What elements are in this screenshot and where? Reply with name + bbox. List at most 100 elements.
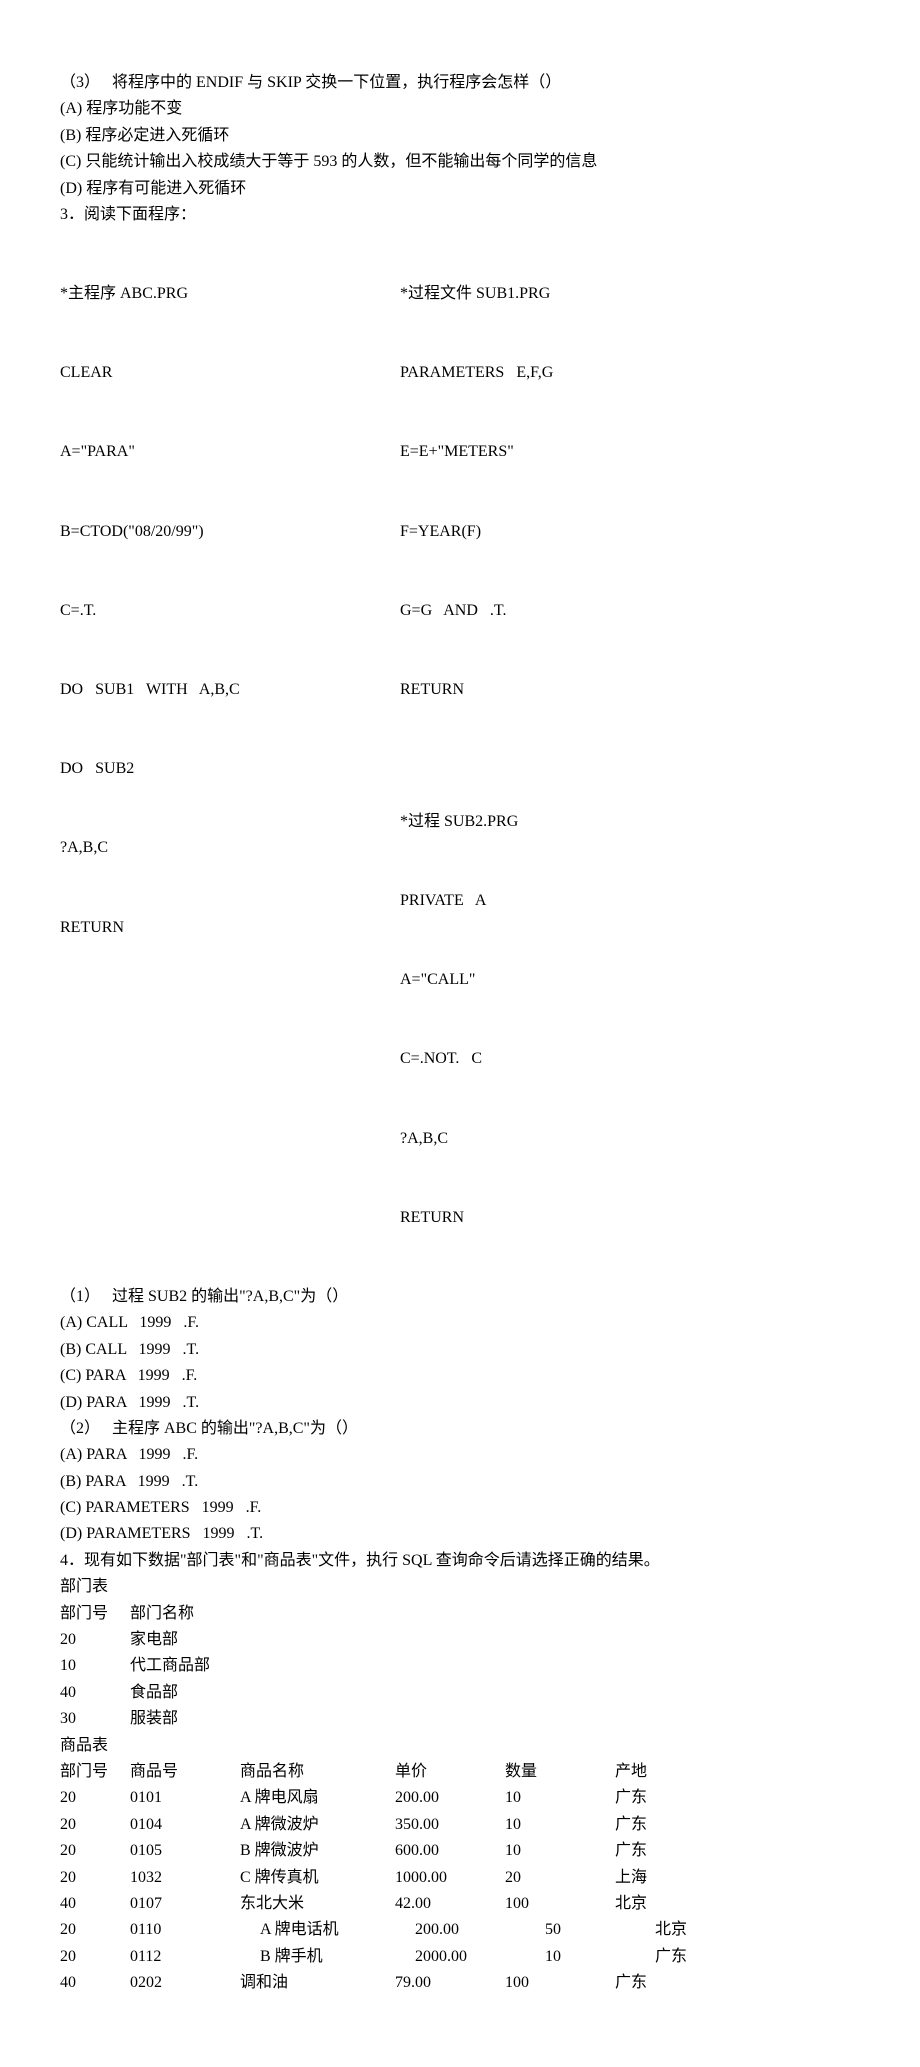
prod-cell: 1000.00 bbox=[395, 1865, 505, 1891]
prod-cell: 0112 bbox=[130, 1944, 260, 1970]
q4-intro: 4．现有如下数据"部门表"和"商品表"文件，执行 SQL 查询命令后请选择正确的… bbox=[60, 1548, 860, 1574]
code-line: ?A,B,C bbox=[60, 835, 400, 861]
prod-header-cell: 产地 bbox=[615, 1759, 860, 1785]
prod-cell: 广东 bbox=[615, 1812, 860, 1838]
prod-cell: 东北大米 bbox=[240, 1891, 395, 1917]
prod-cell: 40 bbox=[60, 1891, 130, 1917]
code-line: RETURN bbox=[400, 677, 553, 703]
q3-code-block: *主程序 ABC.PRG CLEAR A="PARA" B=CTOD("08/2… bbox=[60, 228, 860, 1284]
code-line: CLEAR bbox=[60, 360, 400, 386]
q3-1-opt-c: (C) PARA 1999 .F. bbox=[60, 1363, 860, 1389]
prod-cell: 广东 bbox=[615, 1970, 860, 1996]
code-line: RETURN bbox=[60, 915, 400, 941]
dept-cell: 20 bbox=[60, 1627, 130, 1653]
prod-cell: 北京 bbox=[615, 1891, 860, 1917]
q3-1-prompt: （1） 过程 SUB2 的输出"?A,B,C"为（） bbox=[60, 1284, 860, 1310]
prod-cell: 20 bbox=[60, 1812, 130, 1838]
prod-header-cell: 部门号 bbox=[60, 1759, 130, 1785]
prod-cell: 79.00 bbox=[395, 1970, 505, 1996]
code-line: A="PARA" bbox=[60, 439, 400, 465]
prod-cell: 40 bbox=[60, 1970, 130, 1996]
dept-cell: 家电部 bbox=[130, 1627, 860, 1653]
code-line: RETURN bbox=[400, 1205, 553, 1231]
code-line: A="CALL" bbox=[400, 967, 553, 993]
dept-table-title: 部门表 bbox=[60, 1574, 860, 1600]
prod-cell: 20 bbox=[60, 1785, 130, 1811]
prod-cell: 广东 bbox=[615, 1838, 860, 1864]
dept-cell: 30 bbox=[60, 1706, 130, 1732]
code-line: *过程文件 SUB1.PRG bbox=[400, 281, 553, 307]
dept-cell: 代工商品部 bbox=[130, 1653, 860, 1679]
q2-3-opt-d: (D) 程序有可能进入死循环 bbox=[60, 176, 860, 202]
prod-cell: 广东 bbox=[655, 1944, 860, 1970]
code-line: *过程 SUB2.PRG bbox=[400, 809, 553, 835]
prod-cell: 20 bbox=[505, 1865, 615, 1891]
code-line: F=YEAR(F) bbox=[400, 519, 553, 545]
prod-cell: 42.00 bbox=[395, 1891, 505, 1917]
code-line: G=G AND .T. bbox=[400, 598, 553, 624]
q3-1-opt-b: (B) CALL 1999 .T. bbox=[60, 1337, 860, 1363]
prod-cell: 0104 bbox=[130, 1812, 240, 1838]
prod-cell: A 牌微波炉 bbox=[240, 1812, 395, 1838]
dept-cell: 10 bbox=[60, 1653, 130, 1679]
prod-cell: 0101 bbox=[130, 1785, 240, 1811]
prod-table-shifted: 20 0110 A 牌电话机 200.00 50 北京 20 0112 B 牌手… bbox=[60, 1917, 860, 1970]
q2-3-opt-b: (B) 程序必定进入死循环 bbox=[60, 123, 860, 149]
prod-cell: 50 bbox=[545, 1917, 655, 1943]
prod-cell: B 牌手机 bbox=[260, 1944, 415, 1970]
prod-cell: A 牌电话机 bbox=[260, 1917, 415, 1943]
prod-cell: 0107 bbox=[130, 1891, 240, 1917]
prod-cell: 上海 bbox=[615, 1865, 860, 1891]
prod-cell: 200.00 bbox=[395, 1785, 505, 1811]
prod-cell: 20 bbox=[60, 1838, 130, 1864]
prod-header-cell: 商品号 bbox=[130, 1759, 240, 1785]
code-line: C=.NOT. C bbox=[400, 1046, 553, 1072]
q2-3-prompt: （3） 将程序中的 ENDIF 与 SKIP 交换一下位置，执行程序会怎样（） bbox=[60, 70, 860, 96]
q3-intro: 3．阅读下面程序： bbox=[60, 202, 860, 228]
prod-cell: 600.00 bbox=[395, 1838, 505, 1864]
q3-2-opt-a: (A) PARA 1999 .F. bbox=[60, 1442, 860, 1468]
prod-cell: 调和油 bbox=[240, 1970, 395, 1996]
prod-cell: 350.00 bbox=[395, 1812, 505, 1838]
q3-code-right: *过程文件 SUB1.PRG PARAMETERS E,F,G E=E+"MET… bbox=[400, 228, 553, 1284]
prod-table: 部门号 商品号 商品名称 单价 数量 产地 20 0101 A 牌电风扇 200… bbox=[60, 1759, 860, 1917]
prod-cell: 1032 bbox=[130, 1865, 240, 1891]
prod-cell: 200.00 bbox=[415, 1917, 545, 1943]
code-line: DO SUB1 WITH A,B,C bbox=[60, 677, 400, 703]
prod-cell: 20 bbox=[60, 1865, 130, 1891]
q3-1-opt-d: (D) PARA 1999 .T. bbox=[60, 1390, 860, 1416]
dept-table: 部门号 部门名称 20 家电部 10 代工商品部 40 食品部 30 服装部 bbox=[60, 1601, 860, 1733]
prod-cell: 北京 bbox=[655, 1917, 860, 1943]
prod-cell: B 牌微波炉 bbox=[240, 1838, 395, 1864]
prod-cell: 20 bbox=[60, 1917, 130, 1943]
dept-cell: 40 bbox=[60, 1680, 130, 1706]
q2-3-opt-c: (C) 只能统计输出入校成绩大于等于 593 的人数，但不能输出每个同学的信息 bbox=[60, 149, 860, 175]
q3-code-left: *主程序 ABC.PRG CLEAR A="PARA" B=CTOD("08/2… bbox=[60, 228, 400, 1284]
prod-table-title: 商品表 bbox=[60, 1733, 860, 1759]
prod-cell: 10 bbox=[505, 1785, 615, 1811]
code-line: E=E+"METERS" bbox=[400, 439, 553, 465]
prod-cell: 20 bbox=[60, 1944, 130, 1970]
code-line: C=.T. bbox=[60, 598, 400, 624]
prod-header-cell: 单价 bbox=[395, 1759, 505, 1785]
prod-cell: 10 bbox=[545, 1944, 655, 1970]
prod-cell: 10 bbox=[505, 1838, 615, 1864]
code-line: ?A,B,C bbox=[400, 1126, 553, 1152]
dept-header-cell: 部门号 bbox=[60, 1601, 130, 1627]
prod-cell: 2000.00 bbox=[415, 1944, 545, 1970]
q3-1-opt-a: (A) CALL 1999 .F. bbox=[60, 1310, 860, 1336]
prod-cell: 0105 bbox=[130, 1838, 240, 1864]
prod-cell: 0202 bbox=[130, 1970, 240, 1996]
code-line: DO SUB2 bbox=[60, 756, 400, 782]
q3-2-opt-d: (D) PARAMETERS 1999 .T. bbox=[60, 1521, 860, 1547]
code-line: PRIVATE A bbox=[400, 888, 553, 914]
q3-2-opt-b: (B) PARA 1999 .T. bbox=[60, 1469, 860, 1495]
prod-cell: 100 bbox=[505, 1970, 615, 1996]
code-line: B=CTOD("08/20/99") bbox=[60, 519, 400, 545]
prod-cell: 100 bbox=[505, 1891, 615, 1917]
q2-3-opt-a: (A) 程序功能不变 bbox=[60, 96, 860, 122]
prod-cell: 广东 bbox=[615, 1785, 860, 1811]
prod-header-cell: 数量 bbox=[505, 1759, 615, 1785]
prod-cell: 0110 bbox=[130, 1917, 260, 1943]
dept-cell: 食品部 bbox=[130, 1680, 860, 1706]
